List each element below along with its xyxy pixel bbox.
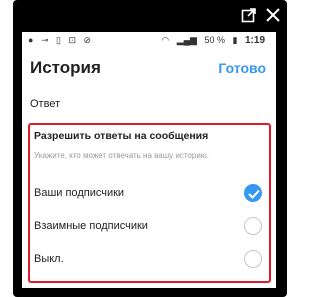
close-icon[interactable] (265, 7, 281, 23)
page-title: История (30, 58, 101, 77)
option-label: Взаимные подписчики (34, 220, 148, 232)
notification-icon: ● (28, 35, 34, 45)
app-header: История Готово (22, 50, 276, 90)
status-icons-left: ● ⊸ ▯ ⊡ ⊘ (28, 35, 96, 46)
battery-percent: 50 % (204, 35, 225, 45)
blocked-icon: ⊘ (83, 35, 92, 45)
wifi-icon: ◠ (161, 35, 170, 45)
option-label: Выкл. (34, 253, 64, 265)
message-replies-title: Разрешить ответы на сообщения (34, 130, 209, 142)
viewer-topbar (13, 0, 287, 32)
option-mutual-followers[interactable]: Взаимные подписчики (32, 214, 268, 240)
app-screen: ● ⊸ ▯ ⊡ ⊘ ◠ ▂▄▆ 50 % ▮ 1:19 История Гото… (22, 32, 276, 290)
message-replies-hint: Укажите, кто может отвечать на вашу исто… (34, 151, 210, 160)
signal-icon: ▂▄▆ (176, 35, 197, 45)
screen-bottom-edge (22, 288, 276, 290)
external-link-icon[interactable] (241, 7, 257, 23)
done-button[interactable]: Готово (218, 60, 266, 76)
radio-selected[interactable] (244, 184, 262, 202)
reply-section-label: Ответ (30, 98, 61, 110)
status-bar: ● ⊸ ▯ ⊡ ⊘ ◠ ▂▄▆ 50 % ▮ 1:19 (22, 32, 276, 50)
radio-unselected[interactable] (244, 217, 262, 235)
battery-icon: ▮ (232, 35, 238, 45)
checkmark-icon (248, 189, 260, 199)
radio-unselected[interactable] (244, 250, 262, 268)
phone-frame: ● ⊸ ▯ ⊡ ⊘ ◠ ▂▄▆ 50 % ▮ 1:19 История Гото… (13, 0, 287, 297)
status-icons-right: ◠ ▂▄▆ 50 % ▮ 1:19 (161, 35, 270, 46)
key-icon: ⊸ (40, 35, 49, 45)
option-followers[interactable]: Ваши подписчики (32, 181, 268, 207)
option-label: Ваши подписчики (34, 187, 125, 199)
clock: 1:19 (244, 35, 265, 46)
media-icon: ⊡ (68, 35, 77, 45)
phone-icon: ▯ (56, 35, 61, 45)
option-off[interactable]: Выкл. (32, 247, 268, 273)
